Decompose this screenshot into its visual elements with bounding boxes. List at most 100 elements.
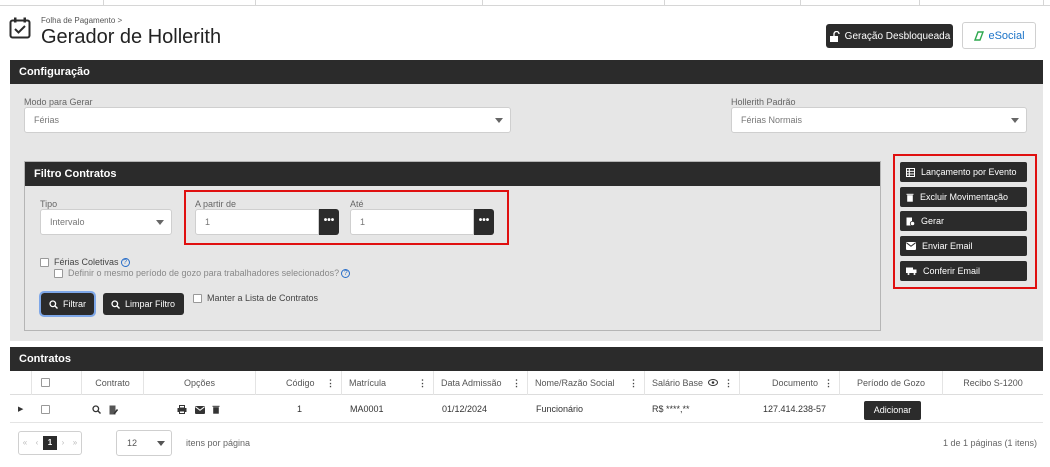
modo-gerar-label: Modo para Gerar bbox=[24, 97, 93, 107]
column-nome[interactable]: Nome/Razão Social ⋮ bbox=[528, 371, 645, 395]
search-icon bbox=[111, 299, 120, 309]
gerar-button[interactable]: Gerar bbox=[900, 211, 1027, 231]
opcoes-cell bbox=[177, 396, 220, 423]
adicionar-periodo-button[interactable]: Adicionar bbox=[864, 401, 921, 420]
gerar-label: Gerar bbox=[921, 216, 945, 226]
excluir-movimentacao-label: Excluir Movimentação bbox=[920, 192, 1009, 202]
column-recibo[interactable]: Recibo S-1200 bbox=[943, 371, 1043, 395]
esocial-label: eSocial bbox=[988, 29, 1025, 42]
hollerith-padrao-value: Férias Normais bbox=[741, 115, 803, 125]
geracao-desbloqueada-button[interactable]: Geração Desbloqueada bbox=[826, 24, 953, 48]
info-icon[interactable]: ? bbox=[341, 269, 351, 279]
chevron-down-icon bbox=[1011, 118, 1019, 123]
definir-periodo-checkbox[interactable] bbox=[54, 269, 63, 278]
search-icon[interactable] bbox=[92, 405, 101, 415]
column-nome-label: Nome/Razão Social bbox=[535, 378, 615, 388]
modo-gerar-value: Férias bbox=[34, 115, 60, 125]
esocial-logo-icon bbox=[974, 30, 985, 41]
envelope-icon[interactable] bbox=[194, 405, 205, 414]
column-documento[interactable]: Documento ⋮ bbox=[740, 371, 840, 395]
limpar-filtro-button[interactable]: Limpar Filtro bbox=[103, 293, 184, 315]
column-menu-icon[interactable]: ⋮ bbox=[512, 371, 521, 395]
column-periodo-gozo[interactable]: Período de Gozo bbox=[840, 371, 943, 395]
manter-lista-label: Manter a Lista de Contratos bbox=[207, 293, 319, 303]
select-all-checkbox[interactable] bbox=[41, 378, 50, 387]
contratos-panel: Contratos Contrato Opções Código ⋮ Matríc… bbox=[10, 347, 1043, 460]
enviar-email-label: Enviar Email bbox=[922, 241, 973, 251]
filtro-contratos-panel: Filtro Contratos Tipo Intervalo A partir… bbox=[24, 161, 881, 331]
expand-row-icon[interactable]: ▶ bbox=[18, 396, 23, 423]
column-matricula[interactable]: Matrícula ⋮ bbox=[342, 371, 434, 395]
filtro-contratos-title: Filtro Contratos bbox=[25, 162, 880, 186]
column-opcoes[interactable]: Opções bbox=[144, 371, 256, 395]
select-all-column bbox=[32, 371, 82, 395]
edit-file-icon[interactable] bbox=[109, 405, 118, 415]
column-data-admissao[interactable]: Data Admissão ⋮ bbox=[434, 371, 528, 395]
column-contrato[interactable]: Contrato bbox=[82, 371, 144, 395]
filtrar-button[interactable]: Filtrar bbox=[39, 291, 96, 317]
column-menu-icon[interactable]: ⋮ bbox=[824, 371, 833, 395]
manter-lista-checkbox[interactable] bbox=[193, 294, 202, 303]
table-row[interactable]: ▶ 1 MA0001 01/12/2024 Funcionário R$ ***… bbox=[10, 396, 1043, 423]
envelope-icon bbox=[906, 242, 916, 250]
modo-gerar-select[interactable]: Férias bbox=[24, 107, 511, 133]
tipo-value: Intervalo bbox=[50, 217, 85, 227]
chevron-down-icon bbox=[157, 441, 165, 446]
trash-icon bbox=[906, 193, 914, 202]
hollerith-padrao-label: Hollerith Padrão bbox=[731, 97, 796, 107]
file-gear-icon bbox=[906, 217, 915, 226]
chevron-down-icon bbox=[495, 118, 503, 123]
breadcrumb[interactable]: Folha de Pagamento > bbox=[41, 16, 122, 25]
excluir-movimentacao-button[interactable]: Excluir Movimentação bbox=[900, 187, 1027, 207]
esocial-button[interactable]: eSocial bbox=[962, 22, 1036, 49]
contrato-cell bbox=[92, 396, 118, 423]
eye-icon[interactable] bbox=[708, 379, 718, 386]
lancamento-evento-button[interactable]: Lançamento por Evento bbox=[900, 162, 1027, 182]
row-select-checkbox[interactable] bbox=[41, 405, 50, 414]
tipo-select[interactable]: Intervalo bbox=[40, 209, 172, 235]
intervalo-highlight-box bbox=[184, 190, 509, 245]
definir-periodo-text: Definir o mesmo período de gozo para tra… bbox=[68, 268, 340, 278]
last-page-button[interactable]: » bbox=[69, 432, 81, 454]
codigo-cell: 1 bbox=[297, 404, 303, 414]
matricula-cell: MA0001 bbox=[350, 404, 384, 414]
per-page-select[interactable]: 12 bbox=[116, 430, 172, 456]
conferir-email-label: Conferir Email bbox=[923, 266, 981, 276]
column-data-admissao-label: Data Admissão bbox=[441, 378, 502, 388]
prev-page-button[interactable]: ‹ bbox=[31, 432, 43, 454]
tipo-label: Tipo bbox=[40, 199, 58, 209]
conferir-email-button[interactable]: Conferir Email bbox=[900, 261, 1027, 281]
column-menu-icon[interactable]: ⋮ bbox=[629, 371, 638, 395]
search-icon bbox=[49, 299, 58, 309]
enviar-email-button[interactable]: Enviar Email bbox=[900, 236, 1027, 256]
table-header: Contrato Opções Código ⋮ Matrícula ⋮ Data … bbox=[10, 371, 1043, 395]
data-admissao-cell: 01/12/2024 bbox=[442, 404, 488, 414]
column-codigo[interactable]: Código ⋮ bbox=[256, 371, 342, 395]
print-icon[interactable] bbox=[177, 405, 187, 415]
column-menu-icon[interactable]: ⋮ bbox=[724, 371, 733, 395]
ferias-coletivas-label: Férias Coletivas? bbox=[54, 257, 130, 268]
table-icon bbox=[906, 167, 915, 177]
per-page-value: 12 bbox=[127, 438, 138, 448]
geracao-desbloqueada-label: Geração Desbloqueada bbox=[844, 30, 951, 42]
expand-column bbox=[10, 371, 32, 395]
ferias-coletivas-checkbox[interactable] bbox=[40, 258, 49, 267]
next-page-button[interactable]: › bbox=[57, 432, 69, 454]
unlock-icon bbox=[829, 30, 840, 42]
limpar-filtro-label: Limpar Filtro bbox=[125, 299, 176, 309]
calendar-check-icon bbox=[9, 17, 31, 39]
definir-periodo-label: Definir o mesmo período de gozo para tra… bbox=[68, 268, 351, 279]
column-menu-icon[interactable]: ⋮ bbox=[326, 371, 335, 395]
configuracao-title: Configuração bbox=[10, 60, 1043, 84]
first-page-button[interactable]: « bbox=[19, 432, 31, 454]
trash-icon[interactable] bbox=[212, 405, 220, 414]
info-icon[interactable]: ? bbox=[120, 258, 130, 268]
column-menu-icon[interactable]: ⋮ bbox=[418, 371, 427, 395]
per-page-label: itens por página bbox=[186, 438, 251, 448]
current-page-button[interactable]: 1 bbox=[43, 436, 57, 450]
salario-cell: R$ ****,** bbox=[652, 404, 690, 414]
hollerith-padrao-select[interactable]: Férias Normais bbox=[731, 107, 1027, 133]
column-salario-label: Salário Base bbox=[652, 378, 704, 388]
filtrar-label: Filtrar bbox=[63, 299, 86, 309]
column-salario[interactable]: Salário Base ⋮ bbox=[645, 371, 740, 395]
